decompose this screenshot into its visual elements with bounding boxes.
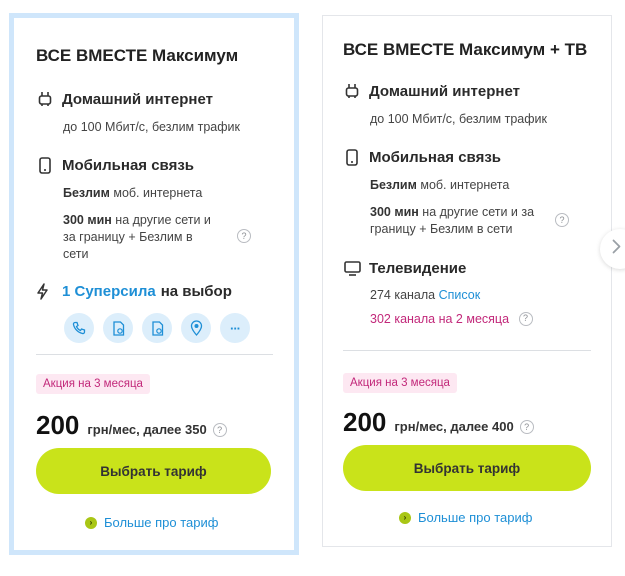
choose-plan-button[interactable]: Выбрать тариф xyxy=(36,448,271,494)
more-dots: ··· xyxy=(230,320,241,336)
plan-title: ВСЕ ВМЕСТЕ Максимум xyxy=(36,46,239,65)
feature-label: Домашний интернет xyxy=(369,82,520,100)
smartphone-icon xyxy=(343,148,361,166)
chevron-right-icon xyxy=(612,239,621,259)
plan-title: ВСЕ ВМЕСТЕ Максимум + ТВ xyxy=(343,40,588,59)
help-icon[interactable]: ? xyxy=(212,423,227,437)
smartphone-icon xyxy=(36,156,54,174)
price-value: 200 xyxy=(343,407,387,437)
channels-count: 274 канала xyxy=(370,288,436,302)
feature-label: Мобильная связь xyxy=(369,148,502,166)
help-icon[interactable]: ? xyxy=(519,420,534,434)
minutes-text: за границу + Безлим в xyxy=(63,230,193,244)
feature-home-internet: Домашний интернет xyxy=(343,82,520,100)
plan-card-maximum[interactable]: ВСЕ ВМЕСТЕ Максимум Домашний интернет до… xyxy=(9,13,299,555)
feature-tv: Телевидение xyxy=(343,259,466,277)
promo-channels: 302 канала на 2 месяца xyxy=(370,312,510,326)
minutes-text: границу + Безлим в сети xyxy=(370,222,513,236)
arrow-right-icon: › xyxy=(85,516,97,529)
choose-plan-button[interactable]: Выбрать тариф xyxy=(343,445,591,491)
more-about-plan-link[interactable]: › Больше про тариф xyxy=(399,510,532,525)
tv-promo-channels: 302 канала на 2 месяца ? xyxy=(370,311,533,328)
superpower-heading: 1 Суперсила на выбор xyxy=(36,282,232,300)
sim-card-icon[interactable] xyxy=(103,313,133,343)
data-rest: моб. интернета xyxy=(420,178,510,192)
router-icon xyxy=(36,90,54,108)
arrow-right-icon: › xyxy=(399,511,411,524)
divider xyxy=(36,354,273,355)
sim-card-icon[interactable] xyxy=(142,313,172,343)
feature-mobile: Мобильная связь xyxy=(36,156,194,174)
help-icon[interactable]: ? xyxy=(555,213,569,227)
price-period: грн/мес, далее 400 xyxy=(394,419,514,434)
price: 200 грн/мес, далее 350 ? xyxy=(36,410,227,441)
internet-detail: до 100 Мбит/с, безлим трафик xyxy=(63,120,240,134)
more-about-plan-link[interactable]: › Больше про тариф xyxy=(85,515,218,530)
location-pin-icon[interactable] xyxy=(181,313,211,343)
minutes-text: на другие сети и xyxy=(115,213,211,227)
minutes-text: сети xyxy=(63,247,89,261)
mobile-minutes-detail: 300 мин на другие сети и за границу + Бе… xyxy=(370,204,555,238)
feature-mobile: Мобильная связь xyxy=(343,148,501,166)
more-link-label: Больше про тариф xyxy=(104,515,219,530)
data-bold: Безлим xyxy=(370,178,417,192)
minutes-bold: 300 мин xyxy=(370,205,419,219)
data-rest: моб. интернета xyxy=(113,186,203,200)
more-link-label: Больше про тариф xyxy=(418,510,533,525)
feature-label: Мобильная связь xyxy=(62,156,195,174)
lightning-icon xyxy=(36,282,54,300)
price-value: 200 xyxy=(36,410,80,440)
promo-badge: Акция на 3 месяца xyxy=(36,374,150,394)
superpower-highlight[interactable]: 1 Суперсила xyxy=(62,283,156,300)
router-icon xyxy=(343,82,361,100)
feature-label: Телевидение xyxy=(369,259,467,277)
price: 200 грн/мес, далее 400 ? xyxy=(343,407,534,438)
tv-channels: 274 канала Список xyxy=(370,287,480,304)
help-icon[interactable]: ? xyxy=(518,311,533,326)
help-icon[interactable]: ? xyxy=(237,229,251,243)
divider xyxy=(343,350,591,351)
price-period: грн/мес, далее 350 xyxy=(87,422,207,437)
promo-badge: Акция на 3 месяца xyxy=(343,373,457,393)
superpower-options: ··· xyxy=(64,313,259,343)
plan-card-maximum-tv[interactable]: ВСЕ ВМЕСТЕ Максимум + ТВ Домашний интерн… xyxy=(322,15,612,547)
superpower-rest: на выбор xyxy=(160,282,232,300)
mobile-data-detail: Безлим моб. интернета xyxy=(63,185,202,202)
minutes-text: на другие сети и за xyxy=(422,205,535,219)
feature-label: Домашний интернет xyxy=(62,90,213,108)
data-bold: Безлим xyxy=(63,186,110,200)
tv-icon xyxy=(343,259,361,277)
feature-home-internet: Домашний интернет xyxy=(36,90,213,108)
internet-detail: до 100 Мбит/с, безлим трафик xyxy=(370,112,547,126)
channel-list-link[interactable]: Список xyxy=(439,288,481,302)
mobile-data-detail: Безлим моб. интернета xyxy=(370,177,509,194)
phone-icon[interactable] xyxy=(64,313,94,343)
minutes-bold: 300 мин xyxy=(63,213,112,227)
more-icon[interactable]: ··· xyxy=(220,313,250,343)
mobile-minutes-detail: 300 мин на другие сети и за границу + Бе… xyxy=(63,212,233,263)
